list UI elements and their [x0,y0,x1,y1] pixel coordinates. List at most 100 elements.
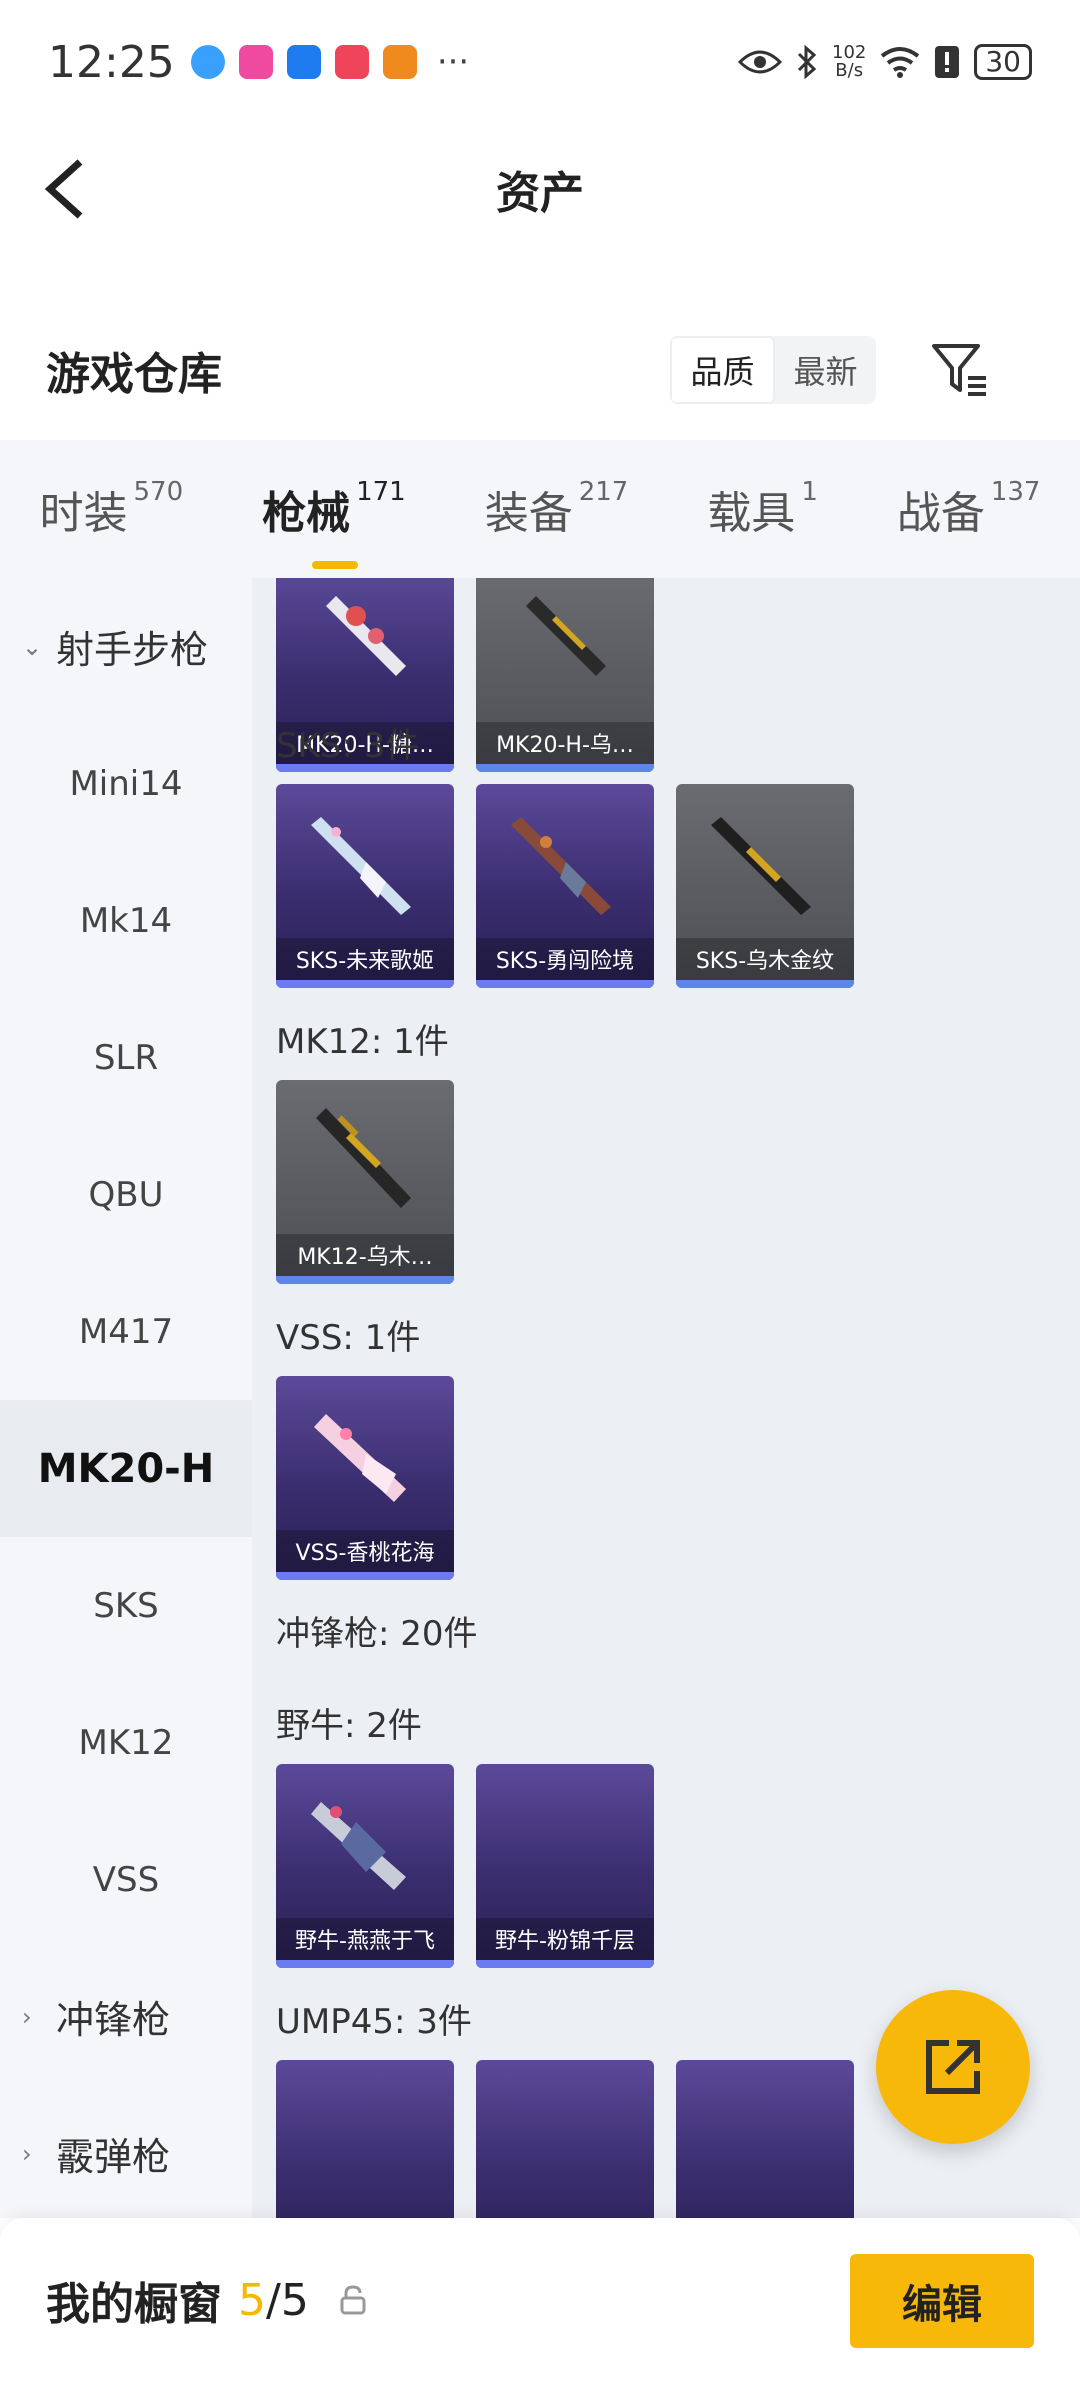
sidebar-item-label: SKS [93,1585,159,1626]
weapon-skin-card[interactable]: SKS-勇闯险境 [476,784,654,988]
weapon-skin-name: MK20-H-乌… [476,722,654,764]
tab-equipment[interactable]: 装备 217 [485,477,629,541]
sidebar-item-label: M417 [78,1311,174,1352]
sidebar-item-mk12[interactable]: MK12 [0,1674,252,1811]
weapon-skin-card[interactable]: 野牛-燕燕于飞 [276,1764,454,1968]
game-app-icon [382,45,417,79]
sidebar-item-mk14[interactable]: Mk14 [0,852,252,989]
sidebar-group-marksman-rifles[interactable]: ⌄ 射手步枪 [0,578,252,715]
tab-count: 171 [356,477,406,507]
app-notification-icon [334,45,369,79]
section-title-mk12: MK12: 1件 [276,1022,449,1062]
back-arrow-icon[interactable] [40,154,100,224]
sidebar-item-label: Mk14 [79,900,173,941]
section-title-sks: SKS: 3件 [276,726,420,766]
wifi-icon [881,47,920,78]
tab-fashion[interactable]: 时装 570 [39,477,183,541]
sidebar-item-label: MK20-H [37,1445,215,1492]
net-speed: 102 B/s [832,44,866,80]
tab-guns[interactable]: 枪械 171 [262,477,406,569]
app-notification-icon [238,45,273,79]
rarity-bar [476,764,654,772]
net-speed-unit: B/s [835,60,864,81]
tab-label: 装备 [484,488,573,539]
showcase-label: 我的橱窗 [46,2279,222,2330]
rarity-bar [276,1960,454,1968]
weapon-skin-name: VSS-香桃花海 [276,1530,454,1572]
sidebar-item-qbu[interactable]: QBU [0,1126,252,1263]
sidebar-item-label: QBU [88,1174,164,1215]
rarity-bar [276,980,454,988]
external-share-icon [926,2040,980,2094]
smg-skin-image [311,1802,406,1890]
chevron-right-icon: › [22,2139,32,2168]
weapon-skin-card[interactable]: SKS-未来歌姬 [276,784,454,988]
battery-indicator: 30 [974,44,1032,80]
sidebar-group-shotgun[interactable]: › 霰弹枪 [0,2085,252,2222]
weapon-skin-name: SKS-乌木金纹 [676,938,854,980]
weapon-skin-card[interactable] [276,2060,454,2218]
filter-icon[interactable] [928,338,992,402]
section-title-bison: 野牛: 2件 [276,1706,422,1746]
sort-quality-button[interactable]: 品质 [670,336,775,404]
sort-newest-button[interactable]: 最新 [775,336,876,404]
weapon-skin-card[interactable] [476,2060,654,2218]
sidebar-item-mini14[interactable]: Mini14 [0,715,252,852]
weapon-skin-card[interactable]: MK12-乌木… [276,1080,454,1284]
chevron-down-icon: ⌄ [22,632,43,661]
bluetooth-app-icon [286,45,321,79]
alert-icon [935,46,960,78]
page-title: 资产 [496,168,584,219]
weapon-skin-card[interactable]: SKS-乌木金纹 [676,784,854,988]
tab-count: 217 [578,477,629,507]
rarity-bar [676,980,854,988]
weapon-skin-card[interactable]: VSS-香桃花海 [276,1376,454,1580]
tab-vehicles[interactable]: 载具 1 [707,477,818,541]
sidebar-item-label: 射手步枪 [56,628,209,672]
sidebar-item-label: Mini14 [69,763,183,804]
sort-toggle: 品质 最新 [670,336,876,404]
tab-count: 137 [990,477,1041,507]
rifle-skin-image [316,1108,411,1208]
showcase-count: 5/5 [238,2275,309,2326]
rifle-skin-image [526,596,606,676]
tab-supplies[interactable]: 战备 137 [897,477,1041,541]
section-title-ump45: UMP45: 3件 [276,2002,472,2042]
section-title-vss: VSS: 1件 [276,1318,421,1358]
weapon-skin-name: MK12-乌木… [276,1234,454,1276]
rifle-skin-image [711,817,811,915]
sidebar-item-sks[interactable]: SKS [0,1537,252,1674]
tab-label: 载具 [707,488,796,539]
weapon-skin-card[interactable] [676,2060,854,2218]
weapon-skin-card[interactable]: MK20-H-乌… [476,578,654,772]
rifle-skin-image [511,817,611,915]
warehouse-row: 游戏仓库 品质 最新 [0,320,1080,420]
sidebar-item-label: MK12 [78,1722,174,1763]
status-app-icons: ··· [190,42,469,82]
sidebar-item-mk20h[interactable]: MK20-H [0,1400,252,1537]
share-fab-button[interactable] [876,1990,1030,2144]
tab-label: 战备 [896,488,985,539]
weapon-category-sidebar: ⌄ 射手步枪 Mini14 Mk14 SLR QBU M417 MK20-H S… [0,578,252,2218]
rifle-skin-image [314,1414,406,1502]
showcase-separator: / [266,2274,281,2326]
tab-label: 时装 [39,488,128,539]
showcase-used-count: 5 [238,2274,266,2326]
sidebar-item-m417[interactable]: M417 [0,1263,252,1400]
weapon-skin-name: 野牛-粉锦千层 [476,1918,654,1960]
tab-count: 1 [801,477,818,507]
category-tabs: 时装 570 枪械 171 装备 217 载具 1 战备 137 [0,440,1080,578]
sidebar-item-label: 霰弹枪 [56,2135,171,2179]
rarity-bar [276,1276,454,1284]
showcase-bottom-bar: 我的橱窗 5/5 编辑 [0,2218,1080,2382]
sidebar-item-slr[interactable]: SLR [0,989,252,1126]
sidebar-item-vss[interactable]: VSS [0,1811,252,1948]
status-bar: 12:25 ··· 102 B/s 30 [0,0,1080,124]
header: 资产 [0,124,1080,254]
weapon-skin-name: SKS-未来歌姬 [276,938,454,980]
eye-icon [738,50,782,74]
sidebar-group-smg[interactable]: › 冲锋枪 [0,1948,252,2085]
weapon-skin-card[interactable]: 野牛-粉锦千层 [476,1764,654,1968]
sidebar-item-label: SLR [93,1037,159,1078]
edit-button[interactable]: 编辑 [850,2254,1034,2348]
